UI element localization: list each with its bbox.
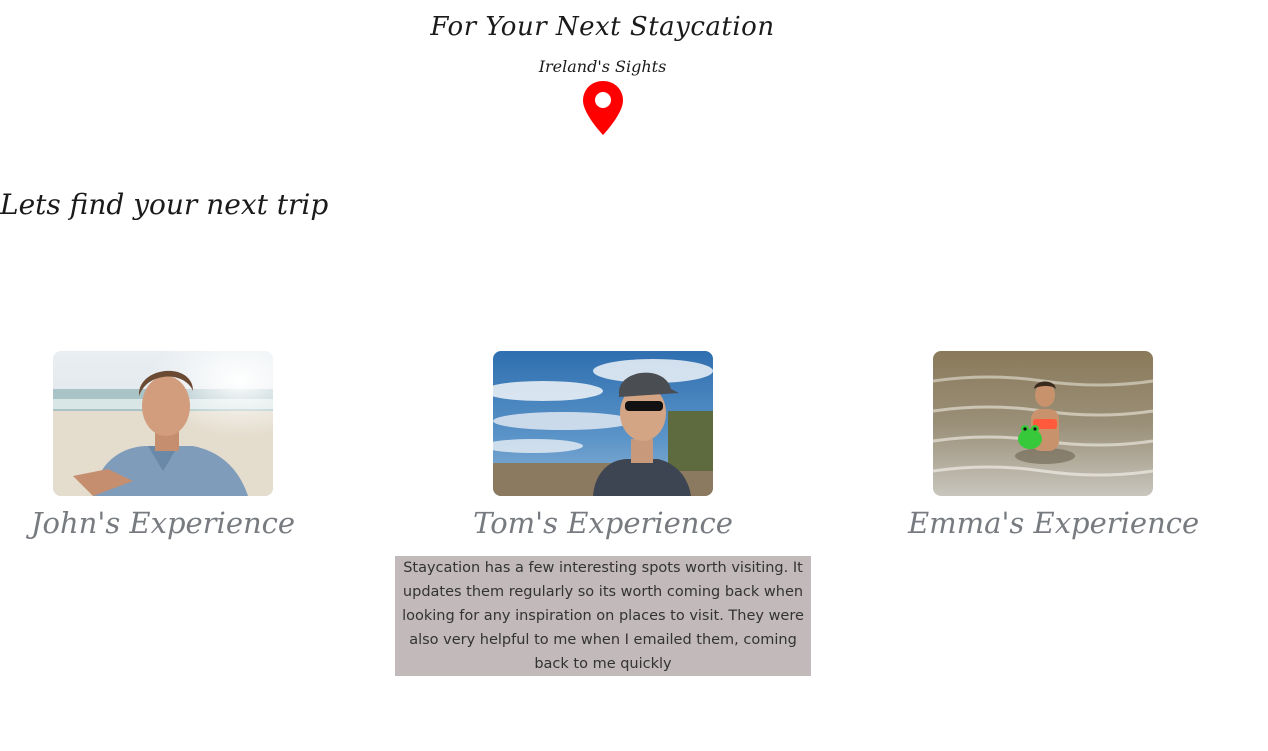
site-title: For Your Next Staycation	[430, 12, 775, 42]
emma-photo	[933, 351, 1153, 496]
testimonial-name: Tom's Experience	[473, 506, 733, 540]
map-pin-icon	[583, 81, 623, 135]
testimonial-name: John's Experience	[30, 506, 296, 540]
tom-photo	[493, 351, 713, 496]
testimonial-card-tom: Tom's Experience	[468, 351, 738, 540]
john-photo	[53, 351, 273, 496]
testimonial-card-john: John's Experience	[28, 351, 298, 540]
testimonial-name: Emma's Experience	[908, 506, 1200, 540]
review-text-box: Staycation has a few interesting spots w…	[395, 556, 811, 676]
tagline: Lets find your next trip	[0, 188, 329, 221]
site-subtitle: Ireland's Sights	[538, 57, 667, 76]
testimonial-card-emma: Emma's Experience	[908, 351, 1200, 540]
